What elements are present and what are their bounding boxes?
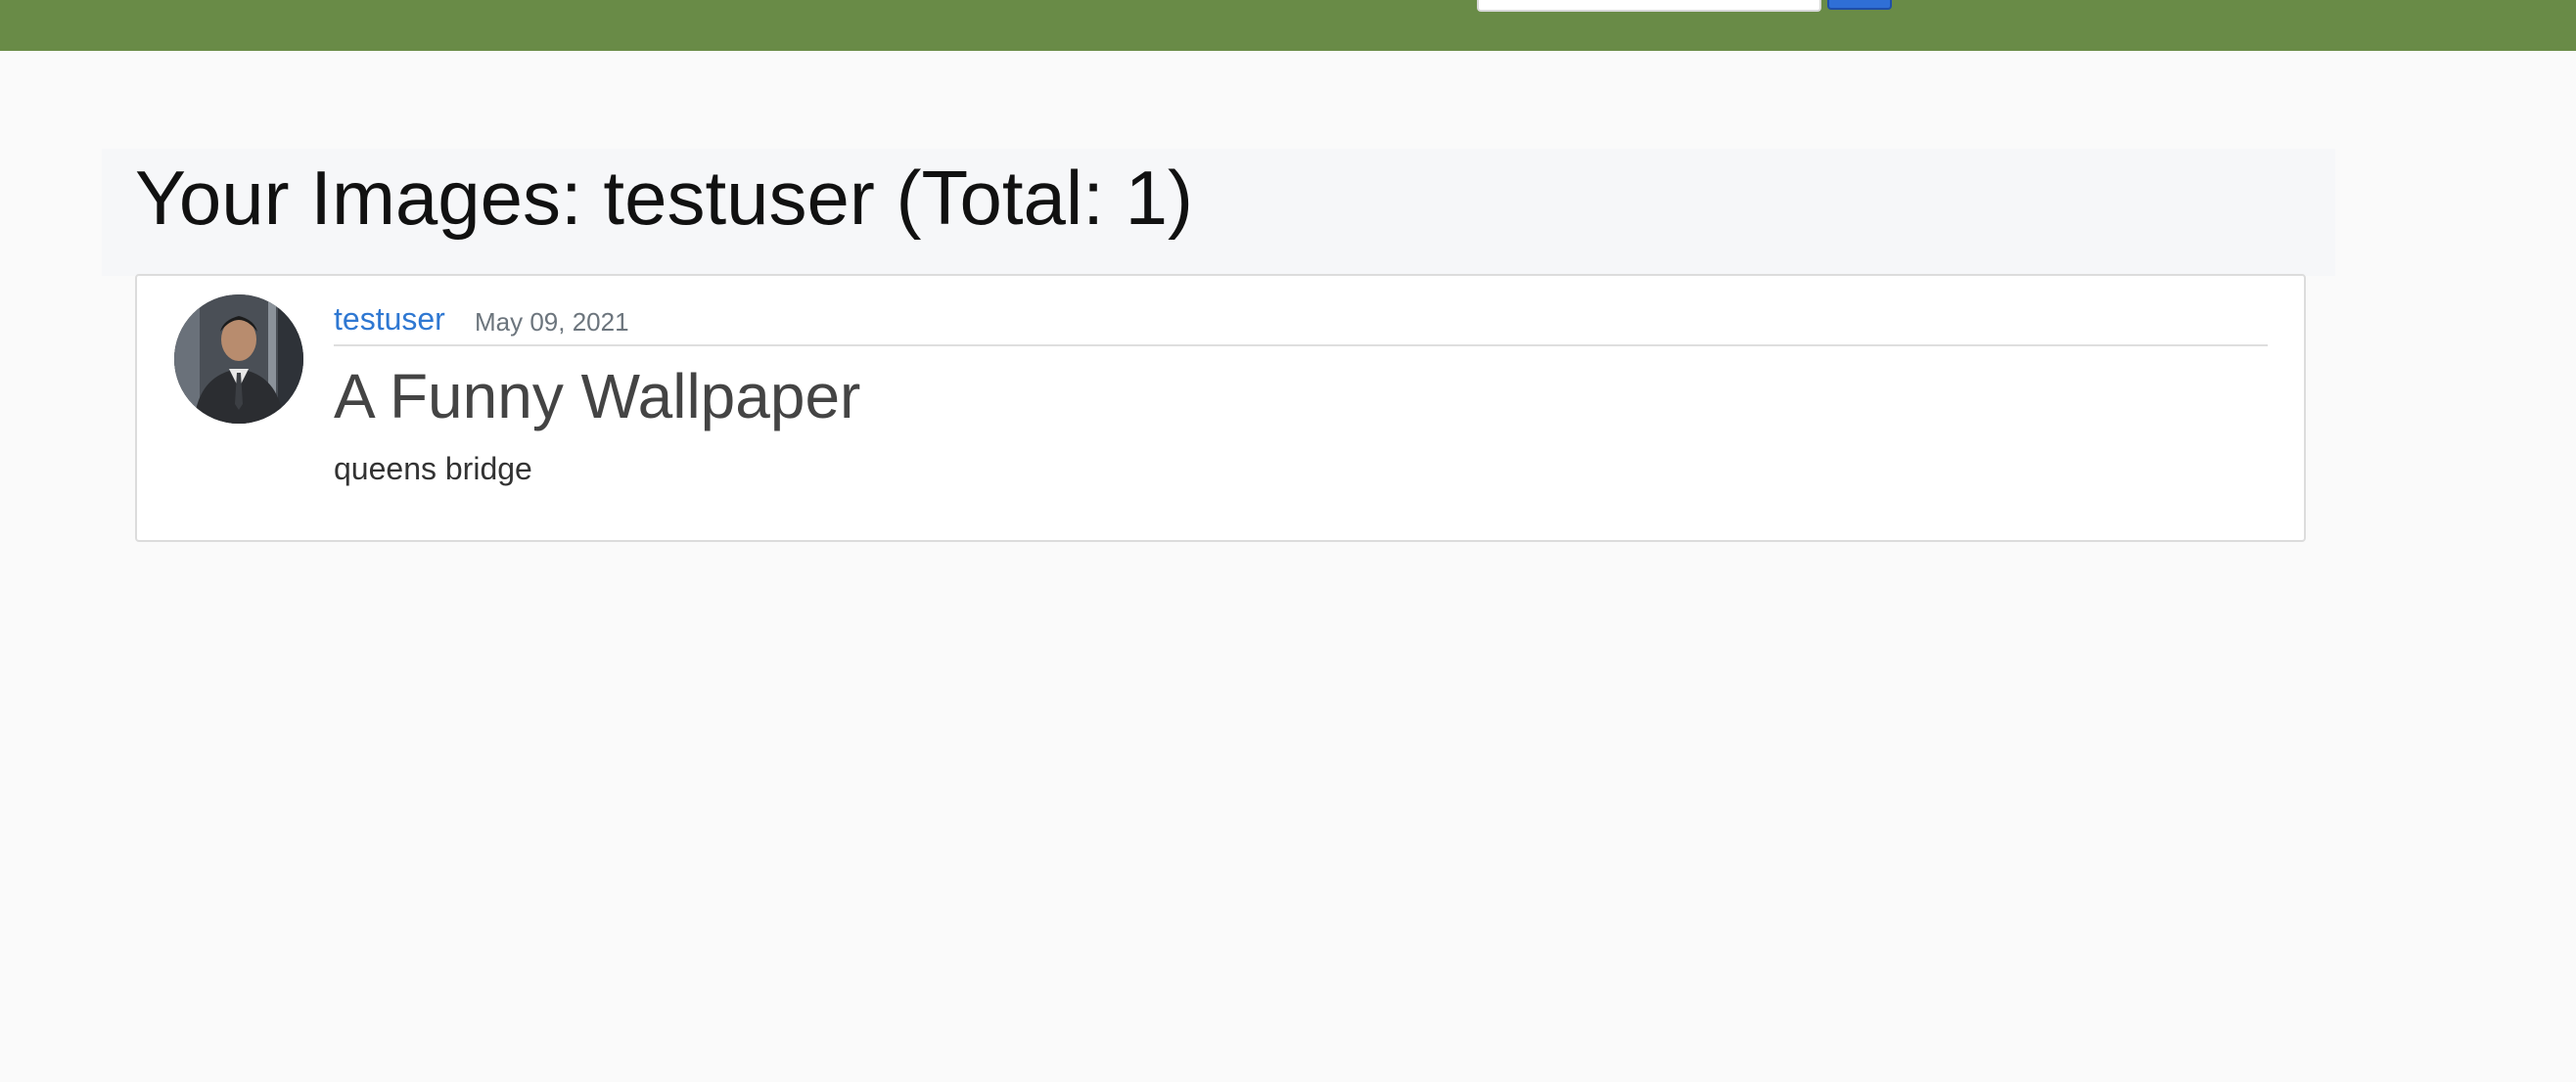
page-title: Your Images: testuser (Total: 1) <box>135 155 1193 241</box>
author-avatar <box>174 294 303 424</box>
post-title[interactable]: A Funny Wallpaper <box>334 358 860 434</box>
post-meta-divider <box>334 344 2268 346</box>
post-author-link[interactable]: testuser <box>334 299 445 338</box>
post-content: queens bridge <box>334 451 532 486</box>
search-button[interactable] <box>1827 0 1892 10</box>
post-date: May 09, 2021 <box>475 307 629 337</box>
user-avatar-photo-icon <box>174 294 303 424</box>
top-navbar <box>0 0 2576 51</box>
search-input[interactable] <box>1477 0 1821 12</box>
